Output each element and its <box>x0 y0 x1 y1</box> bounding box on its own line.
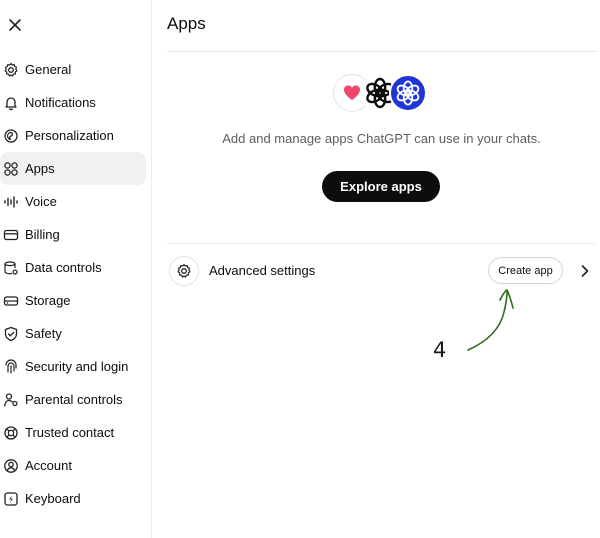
parental-icon <box>2 391 20 409</box>
database-icon <box>2 259 20 277</box>
sidebar-item-label: Parental controls <box>25 392 123 407</box>
sidebar-item-voice[interactable]: Voice <box>0 185 146 218</box>
settings-nav: General Notifications Personalization Ap… <box>0 53 152 515</box>
chevron-right-icon <box>581 265 589 277</box>
advanced-settings-chevron[interactable] <box>577 262 593 280</box>
sidebar-item-parental-controls[interactable]: Parental controls <box>0 383 146 416</box>
close-button[interactable] <box>4 14 26 36</box>
sidebar-item-personalization[interactable]: Personalization <box>0 119 146 152</box>
sidebar-item-label: Voice <box>25 194 57 209</box>
shield-icon <box>2 325 20 343</box>
gear-icon <box>177 263 191 278</box>
sidebar-item-label: Trusted contact <box>25 425 115 440</box>
sidebar-item-label: Keyboard <box>25 491 81 506</box>
apps-panel: Apps Add and manage apps ChatGPT can use… <box>167 0 596 538</box>
advanced-settings-row[interactable]: Advanced settings Create app <box>167 254 596 288</box>
personalization-icon <box>2 127 20 145</box>
credit-card-icon <box>2 226 20 244</box>
heart-icon <box>344 85 360 100</box>
close-icon <box>9 19 21 31</box>
header-divider <box>167 51 596 52</box>
sidebar-item-security-and-login[interactable]: Security and login <box>0 350 146 383</box>
sidebar-item-label: Personalization <box>25 128 114 143</box>
annotation-arrow-icon <box>467 289 514 351</box>
apps-description: Add and manage apps ChatGPT can use in y… <box>222 131 541 146</box>
settings-sidebar: General Notifications Personalization Ap… <box>0 0 152 538</box>
sidebar-item-label: Safety <box>25 326 62 341</box>
gear-icon <box>2 61 20 79</box>
sidebar-item-label: Notifications <box>25 95 96 110</box>
lifebuoy-icon <box>2 424 20 442</box>
sidebar-item-label: Apps <box>25 161 55 176</box>
sidebar-item-label: Account <box>25 458 72 473</box>
sidebar-item-label: Data controls <box>25 260 102 275</box>
sidebar-item-data-controls[interactable]: Data controls <box>0 251 146 284</box>
advanced-settings-gear <box>169 256 199 286</box>
sidebar-item-apps[interactable]: Apps <box>0 152 146 185</box>
create-app-button[interactable]: Create app <box>488 257 563 284</box>
storage-icon <box>2 292 20 310</box>
waveform-icon <box>2 193 20 211</box>
annotation-step-number: 4 <box>433 338 447 362</box>
sidebar-item-safety[interactable]: Safety <box>0 317 146 350</box>
sidebar-item-label: Security and login <box>25 359 129 374</box>
app-icons-cluster <box>333 74 433 114</box>
openai-logo-blue-icon <box>396 80 420 106</box>
page-title: Apps <box>167 14 206 33</box>
bell-icon <box>2 94 20 112</box>
user-circle-icon <box>2 457 20 475</box>
explore-apps-button[interactable]: Explore apps <box>322 171 440 202</box>
sidebar-item-trusted-contact[interactable]: Trusted contact <box>0 416 146 449</box>
sidebar-item-account[interactable]: Account <box>0 449 146 482</box>
sidebar-item-label: Billing <box>25 227 60 242</box>
section-divider <box>167 243 596 244</box>
sidebar-item-notifications[interactable]: Notifications <box>0 86 146 119</box>
fingerprint-icon <box>2 358 20 376</box>
sidebar-item-keyboard[interactable]: Keyboard <box>0 482 146 515</box>
sidebar-item-label: General <box>25 62 72 77</box>
sidebar-item-general[interactable]: General <box>0 53 146 86</box>
sidebar-item-label: Storage <box>25 293 71 308</box>
apps-grid-icon <box>2 160 20 178</box>
advanced-settings-label: Advanced settings <box>209 263 316 278</box>
sidebar-item-storage[interactable]: Storage <box>0 284 146 317</box>
openai-blue-app-bubble <box>389 74 427 112</box>
keyboard-icon <box>2 490 20 508</box>
sidebar-item-billing[interactable]: Billing <box>0 218 146 251</box>
